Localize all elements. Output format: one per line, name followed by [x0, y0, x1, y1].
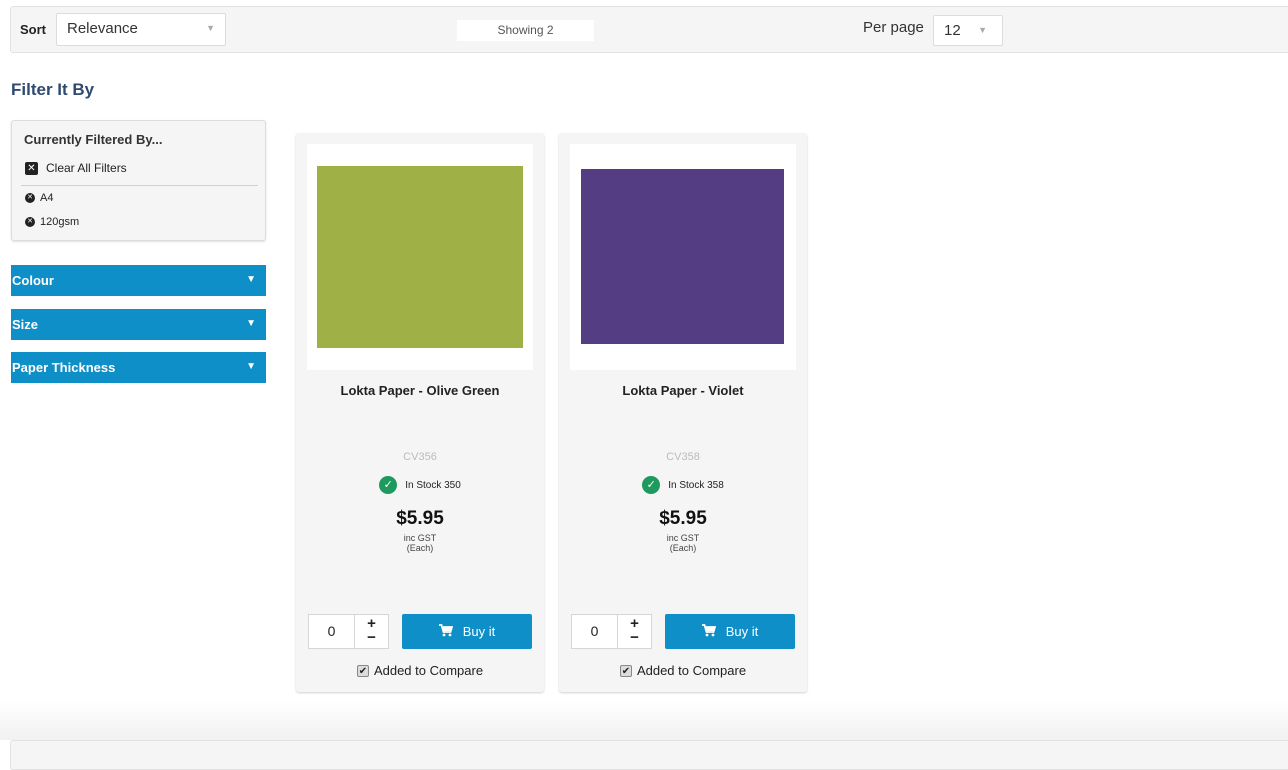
- cart-icon: [438, 623, 453, 640]
- divider: [21, 185, 258, 186]
- facet-paper-thickness[interactable]: Paper Thickness ▼: [11, 352, 266, 383]
- compare-label: Added to Compare: [373, 663, 484, 678]
- stock-label: In Stock 358: [668, 479, 724, 491]
- active-filter-120gsm[interactable]: ✕ 120gsm: [25, 216, 79, 228]
- quantity-input[interactable]: 0: [571, 614, 618, 649]
- results-count: Showing 2: [457, 20, 594, 41]
- chevron-down-icon: ▼: [246, 274, 256, 285]
- tax-label: inc GST: [666, 533, 700, 543]
- unit-label: (Each): [669, 543, 697, 553]
- product-card: Lokta Paper - Olive Green CV356 ✓ In Sto…: [296, 133, 544, 692]
- chevron-down-icon: ▼: [206, 23, 215, 33]
- minus-icon[interactable]: −: [618, 630, 651, 645]
- buy-button[interactable]: Buy it: [402, 614, 532, 649]
- check-circle-icon: ✓: [379, 476, 398, 494]
- per-page-label: Per page: [863, 19, 924, 36]
- paper-swatch-image: [317, 166, 523, 348]
- compare-label: Added to Compare: [636, 663, 747, 678]
- buy-button-label: Buy it: [725, 624, 759, 639]
- stock-status: ✓ In Stock 350: [296, 476, 544, 494]
- facet-colour[interactable]: Colour ▼: [11, 265, 266, 296]
- quantity-stepper[interactable]: + −: [355, 614, 389, 649]
- close-box-icon: ✕: [25, 161, 38, 175]
- active-filter-a4[interactable]: ✕ A4: [25, 192, 53, 204]
- product-name[interactable]: Lokta Paper - Olive Green: [296, 383, 544, 398]
- sort-label: Sort: [20, 22, 46, 37]
- buy-button[interactable]: Buy it: [665, 614, 795, 649]
- buy-button-label: Buy it: [462, 624, 496, 639]
- quantity-stepper[interactable]: + −: [618, 614, 652, 649]
- sort-toolbar: Sort Relevance ▼ Showing 2 Per page 12 ▼: [10, 6, 1288, 53]
- per-page-value: 12: [944, 22, 961, 39]
- checkbox-checked-icon[interactable]: ✔: [619, 664, 632, 677]
- clear-all-filters-label: Clear All Filters: [46, 161, 127, 175]
- active-filter-label: 120gsm: [40, 216, 80, 228]
- product-card: Lokta Paper - Violet CV358 ✓ In Stock 35…: [559, 133, 807, 692]
- price-note: inc GST (Each): [296, 533, 544, 553]
- chevron-down-icon: ▼: [246, 318, 256, 329]
- sort-select-value: Relevance: [67, 20, 138, 37]
- facet-label: Paper Thickness: [12, 360, 116, 375]
- sort-select[interactable]: Relevance ▼: [56, 13, 226, 46]
- unit-label: (Each): [406, 543, 434, 553]
- bottom-sort-toolbar: [10, 740, 1288, 770]
- active-filter-label: A4: [40, 192, 54, 204]
- quantity-input[interactable]: 0: [308, 614, 355, 649]
- paper-swatch-image: [581, 169, 784, 344]
- filter-heading: Filter It By: [11, 80, 95, 99]
- facet-size[interactable]: Size ▼: [11, 309, 266, 340]
- facet-label: Colour: [12, 273, 54, 288]
- checkbox-checked-icon[interactable]: ✔: [356, 664, 369, 677]
- stock-label: In Stock 350: [405, 479, 461, 491]
- current-filters-title: Currently Filtered By...: [24, 132, 163, 147]
- tax-label: inc GST: [403, 533, 437, 543]
- product-price: $5.95: [659, 508, 707, 529]
- price-note: inc GST (Each): [559, 533, 807, 553]
- clear-all-filters-link[interactable]: ✕ Clear All Filters: [25, 161, 127, 175]
- cart-icon: [701, 623, 716, 640]
- minus-icon[interactable]: −: [355, 630, 388, 645]
- compare-toggle[interactable]: ✔ Added to Compare: [559, 663, 807, 678]
- product-sku: CV358: [666, 451, 700, 463]
- remove-circle-icon: ✕: [25, 193, 35, 203]
- product-price: $5.95: [396, 508, 444, 529]
- current-filters-panel: Currently Filtered By... ✕ Clear All Fil…: [11, 120, 266, 241]
- facet-label: Size: [12, 317, 39, 332]
- chevron-down-icon: ▼: [978, 25, 987, 35]
- per-page-select[interactable]: 12 ▼: [933, 15, 1003, 46]
- compare-toggle[interactable]: ✔ Added to Compare: [296, 663, 544, 678]
- product-sku: CV356: [403, 451, 437, 463]
- remove-circle-icon: ✕: [25, 217, 35, 227]
- product-image[interactable]: [307, 144, 533, 370]
- chevron-down-icon: ▼: [246, 361, 256, 372]
- product-image[interactable]: [570, 144, 796, 370]
- stock-status: ✓ In Stock 358: [559, 476, 807, 494]
- page-bottom-fade: [0, 700, 1288, 740]
- product-name[interactable]: Lokta Paper - Violet: [559, 383, 807, 398]
- check-circle-icon: ✓: [642, 476, 661, 494]
